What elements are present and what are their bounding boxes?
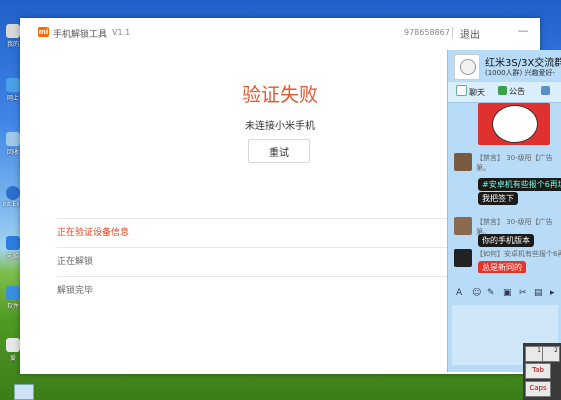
- more-icon[interactable]: ▸: [550, 288, 559, 298]
- on-screen-keyboard: 1 2 Tab Caps: [523, 343, 561, 400]
- tab-chat[interactable]: 聊天: [456, 85, 485, 99]
- emoji-icon[interactable]: ☺: [472, 288, 481, 298]
- tab-chat-label: 聊天: [469, 88, 485, 97]
- app-title: 手机解锁工具: [53, 30, 108, 40]
- app-version: V1.1: [112, 28, 131, 37]
- computer-icon: [6, 24, 20, 38]
- title-bar: mi 手机解锁工具 V1.1 978658867 退出 —: [20, 18, 540, 46]
- sender-avatar[interactable]: [454, 249, 472, 267]
- taskbar-item-icon[interactable]: [14, 384, 34, 400]
- message-bubble: 我把签下: [478, 192, 518, 205]
- announcement-icon: [498, 86, 507, 95]
- message-bubble: 你的手机版本: [478, 234, 534, 247]
- tab-photos[interactable]: [541, 85, 552, 99]
- desktop-icon-label: 回收: [6, 149, 19, 156]
- network-icon: [6, 78, 20, 92]
- osk-key-1[interactable]: 1: [525, 346, 543, 362]
- message-sender: 【如何】安卓机有些报个6再: [476, 250, 561, 258]
- group-avatar[interactable]: [454, 54, 480, 80]
- security-shield-icon: [6, 236, 20, 250]
- internet-explorer-icon: [6, 186, 20, 200]
- chat-icon: [456, 85, 467, 96]
- message-continued: 第。: [476, 164, 490, 172]
- logout-link[interactable]: 退出: [460, 26, 480, 41]
- gift-icon[interactable]: ▣: [503, 288, 512, 298]
- desktop-icon-label: 软件: [6, 303, 19, 310]
- tab-announcement[interactable]: 公告: [498, 85, 525, 99]
- message-bubble: 总是新同的: [478, 261, 526, 273]
- mi-logo-icon: mi: [38, 27, 49, 37]
- font-icon[interactable]: A: [456, 288, 465, 298]
- chat-tab-bar: 聊天 公告: [448, 82, 561, 103]
- meme-character-image: [492, 105, 538, 143]
- desktop-icon-label: 电脑: [6, 253, 19, 260]
- meme-sticker-image: [478, 103, 550, 145]
- osk-key-tab[interactable]: Tab: [525, 363, 551, 379]
- desktop-icon-label: 爱: [9, 355, 16, 362]
- software-icon: [6, 286, 20, 300]
- osk-key-2[interactable]: 2: [542, 346, 560, 362]
- minimize-button[interactable]: —: [517, 24, 529, 38]
- photo-icon: [541, 86, 550, 95]
- retry-button[interactable]: 重试: [248, 139, 310, 163]
- screenshot-icon[interactable]: ✂: [519, 288, 528, 298]
- message-sender: 【禁言】 30-级阳【广告: [476, 218, 553, 226]
- message-bubble: #安卓机有些报个6再填: [478, 178, 561, 191]
- account-id: 978658867: [404, 28, 450, 37]
- image-icon[interactable]: ▤: [534, 288, 543, 298]
- app-icon: [6, 338, 20, 352]
- sender-avatar[interactable]: [454, 217, 472, 235]
- sender-avatar[interactable]: [454, 153, 472, 171]
- chat-message-area[interactable]: 【禁言】 30-级阳【广告 第。 #安卓机有些报个6再填 我把签下 【禁言】 3…: [448, 103, 561, 273]
- message-sender: 【禁言】 30-级阳【广告: [476, 154, 553, 162]
- chat-toolbar: A ☺ ✎ ▣ ✂ ▤ ▸: [448, 288, 561, 302]
- group-avatar-face-icon: [460, 59, 476, 75]
- tab-announcement-label: 公告: [509, 87, 525, 96]
- recycle-bin-icon: [6, 132, 20, 146]
- shake-icon[interactable]: ✎: [487, 288, 496, 298]
- group-subtitle: (1000人群) 兴趣爱好-: [485, 69, 556, 77]
- title-divider: [452, 27, 453, 38]
- qq-group-chat-window: 红米3S/3X交流群 (1000人群) 兴趣爱好- 聊天 公告 【禁言】 30-…: [447, 50, 561, 372]
- desktop-icon-label: 网上: [6, 95, 19, 102]
- osk-key-caps[interactable]: Caps: [525, 381, 551, 397]
- group-name: 红米3S/3X交流群: [485, 58, 561, 69]
- desktop-icon-label: 我的: [6, 41, 19, 48]
